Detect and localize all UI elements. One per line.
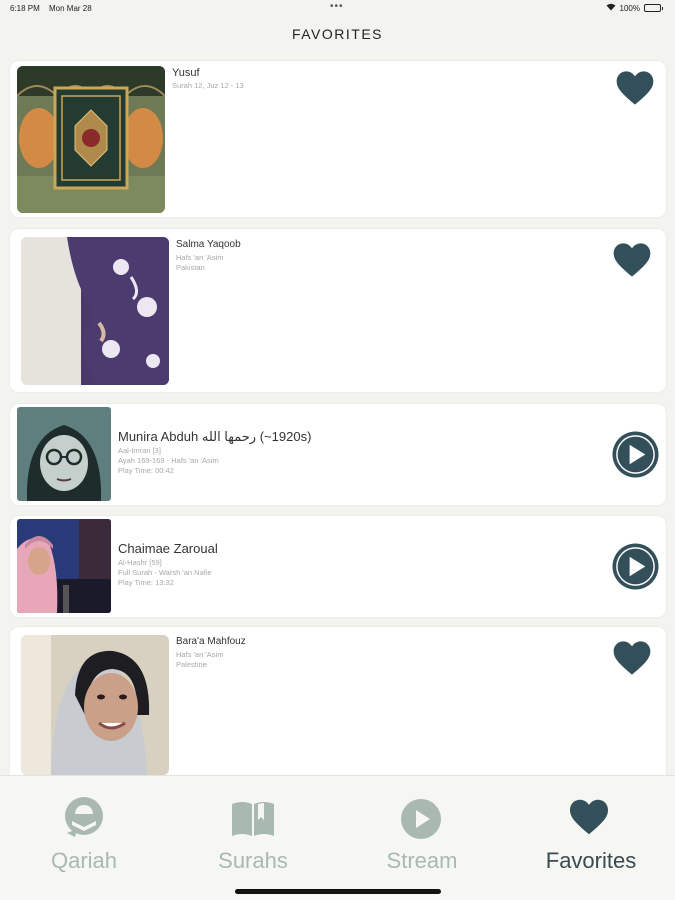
- favorite-line: Play Time: 13:32: [118, 578, 174, 587]
- favorite-card-munira-abduh[interactable]: Munira Abduh رحمها الله (~1920s) Aal-Imr…: [10, 404, 666, 505]
- favorite-line: Ayah 169-169 - Hafs 'an 'Asim: [118, 456, 219, 465]
- status-time: 6:18 PM: [10, 4, 40, 13]
- heart-icon: [568, 798, 614, 844]
- favorite-card-chaimae-zaroual[interactable]: Chaimae Zaroual Al-Hashr [59] Full Surah…: [10, 516, 666, 617]
- favorite-line: Al-Hashr [59]: [118, 558, 162, 567]
- status-bar: 6:18 PM Mon Mar 28 ••• 100%: [0, 0, 675, 18]
- favorite-line: Play Time: 00:42: [118, 466, 174, 475]
- book-icon: [230, 798, 276, 844]
- battery-indicator: 100%: [606, 3, 663, 13]
- tab-stream[interactable]: Stream: [338, 776, 506, 900]
- play-circle-icon: [399, 797, 445, 843]
- favorite-line: Aal-Imran [3]: [118, 446, 161, 455]
- play-icon[interactable]: [612, 431, 659, 478]
- favorite-title: Chaimae Zaroual: [118, 541, 218, 556]
- favorite-card-baraa-mahfouz[interactable]: Bara'a Mahfouz Hafs 'an 'Asim Palestine: [10, 627, 666, 787]
- tab-qariah[interactable]: Qariah: [0, 776, 168, 900]
- favorite-line: Full Surah - Warsh 'an Nafie: [118, 568, 212, 577]
- reciter-photo: [21, 635, 169, 775]
- reciter-photo: [17, 407, 111, 501]
- quran-cover-image: [17, 66, 165, 213]
- tab-label: Qariah: [50, 848, 118, 873]
- heart-icon[interactable]: [612, 639, 652, 677]
- favorite-line: Pakistan: [176, 263, 205, 272]
- multitasking-dots[interactable]: •••: [330, 1, 344, 12]
- battery-icon: [644, 4, 663, 12]
- favorite-line: Palestine: [176, 660, 207, 669]
- favorite-info: Salma Yaqoob Hafs 'an 'Asim Pakistan: [176, 240, 241, 273]
- favorite-info: Chaimae Zaroual Al-Hashr [59] Full Surah…: [118, 542, 218, 588]
- favorite-title: Yusuf: [172, 67, 200, 79]
- heart-icon[interactable]: [612, 241, 652, 279]
- favorite-line: Hafs 'an 'Asim: [176, 650, 224, 659]
- favorite-info: Munira Abduh رحمها الله (~1920s) Aal-Imr…: [118, 430, 311, 476]
- favorite-title: Salma Yaqoob: [176, 239, 241, 250]
- heart-icon[interactable]: [615, 69, 655, 107]
- reciter-photo: [17, 519, 111, 613]
- reciter-photo: [21, 237, 169, 385]
- wifi-icon: [606, 3, 616, 13]
- home-indicator[interactable]: [235, 889, 441, 894]
- tab-favorites[interactable]: Favorites: [507, 776, 675, 900]
- favorite-line: Surah 12, Juz 12 - 13: [172, 81, 244, 90]
- play-icon[interactable]: [612, 543, 659, 590]
- favorite-card-yusuf[interactable]: Yusuf Surah 12, Juz 12 - 13: [10, 61, 666, 217]
- tab-label: Surahs: [218, 848, 288, 873]
- favorite-title: Bara'a Mahfouz: [176, 636, 246, 647]
- favorite-line: Hafs 'an 'Asim: [176, 253, 224, 262]
- battery-percent: 100%: [619, 3, 640, 13]
- favorite-info: Yusuf Surah 12, Juz 12 - 13: [172, 68, 244, 91]
- qariah-icon: [61, 795, 107, 841]
- tab-label: Stream: [386, 848, 458, 873]
- page-title: FAVORITES: [291, 26, 384, 42]
- status-date: Mon Mar 28: [49, 4, 92, 13]
- tab-label: Favorites: [545, 848, 637, 873]
- favorite-title: Munira Abduh رحمها الله (~1920s): [118, 429, 312, 444]
- favorite-card-salma-yaqoob[interactable]: Salma Yaqoob Hafs 'an 'Asim Pakistan: [10, 229, 666, 392]
- tab-bar: Qariah Surahs Stream Favorites: [0, 775, 675, 900]
- favorite-info: Bara'a Mahfouz Hafs 'an 'Asim Palestine: [176, 637, 246, 670]
- tab-surahs[interactable]: Surahs: [169, 776, 337, 900]
